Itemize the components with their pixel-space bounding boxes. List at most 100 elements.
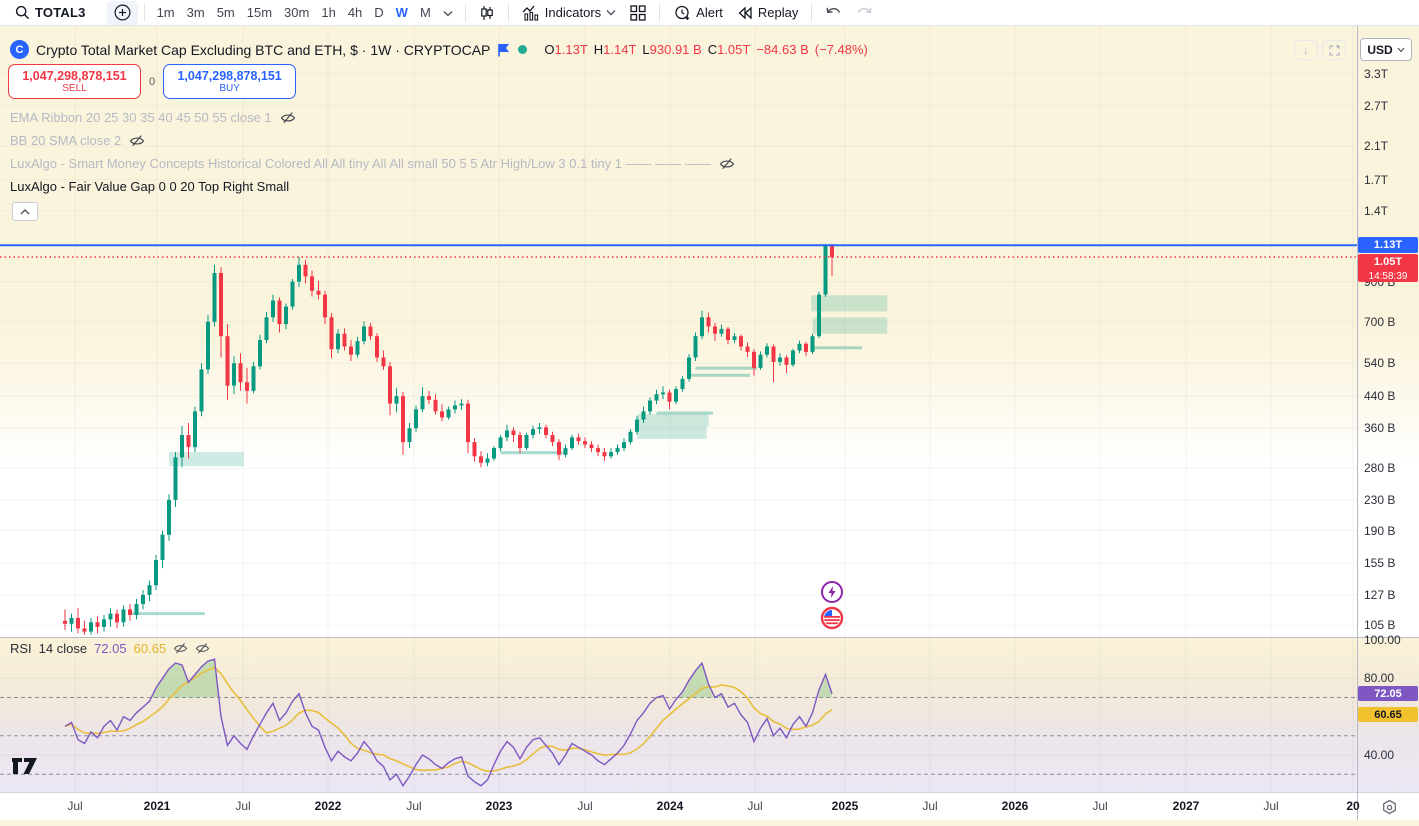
timeframe-5m[interactable]: 5m	[211, 2, 241, 24]
eye-hidden-icon[interactable]	[280, 111, 296, 125]
eye-hidden-icon[interactable]	[129, 134, 145, 148]
timeframe-more-button[interactable]	[437, 2, 459, 24]
main-series-legend[interactable]: C Crypto Total Market Cap Excluding BTC …	[10, 40, 868, 59]
flag-icon[interactable]	[497, 43, 511, 57]
tradingview-logo[interactable]	[10, 753, 42, 782]
event-marker-economic[interactable]	[820, 606, 844, 630]
pane-separator[interactable]	[0, 637, 1419, 638]
alert-price-label: 1.13T	[1358, 237, 1418, 254]
fvg-box	[637, 414, 709, 427]
layout-grid-button[interactable]	[623, 1, 653, 25]
alert-label: Alert	[696, 5, 723, 20]
indicator-legend-list: EMA Ribbon 20 25 30 35 40 45 50 55 close…	[10, 106, 735, 198]
timeframe-3m[interactable]: 3m	[181, 2, 211, 24]
legend-collapse-button[interactable]	[12, 202, 38, 221]
top-toolbar: TOTAL3 1m 3m 5m 15m 30m 1h 4h D W M Indicators	[0, 0, 1419, 26]
indicator-row-3[interactable]: LuxAlgo - Fair Value Gap 0 0 20 Top Righ…	[10, 175, 735, 198]
chevron-down-icon	[443, 10, 453, 17]
timeframe-1h[interactable]: 1h	[315, 2, 341, 24]
time-tick-Jul: Jul	[406, 799, 422, 813]
time-axis-settings-button[interactable]	[1381, 799, 1398, 821]
eye-hidden-icon[interactable]	[719, 157, 735, 171]
fvg-line	[131, 612, 205, 616]
last-price-label: 1.05T 14:58:39	[1358, 254, 1418, 282]
timeframe-W[interactable]: W	[390, 2, 414, 24]
undo-icon	[826, 7, 841, 13]
rsi-value-label: 72.05	[1358, 685, 1418, 701]
sell-price: 1,047,298,878,151	[22, 68, 127, 83]
time-tick-Jul: Jul	[577, 799, 593, 813]
rsi-ma-value-label: 60.65	[1358, 707, 1418, 723]
rsi-value: 72.05	[94, 641, 127, 656]
currency-select[interactable]: USD	[1360, 38, 1412, 61]
chart-style-button[interactable]	[472, 1, 502, 25]
search-icon	[15, 5, 30, 20]
time-axis[interactable]: Jul 2021 Jul 2022 Jul 2023 Jul 2024 Jul 2025 Jul 20…	[0, 793, 1359, 820]
rsi-legend[interactable]: RSI 14 close 72.05 60.65	[10, 641, 210, 656]
gear-icon	[1383, 799, 1396, 815]
rsi-name: RSI	[10, 641, 32, 656]
price-axis[interactable]: 3.3T2.7T2.1T1.7T1.4T900 B700 B540 B440 B…	[1358, 26, 1419, 792]
indicators-button[interactable]: Indicators	[515, 1, 623, 25]
sell-button[interactable]: 1,047,298,878,151 SELL	[8, 64, 141, 99]
rsi-ma-value: 60.65	[133, 641, 167, 656]
timeframe-30m[interactable]: 30m	[278, 2, 315, 24]
chevron-down-icon	[1397, 47, 1405, 52]
timeframe-D[interactable]: D	[368, 2, 389, 24]
alert-button[interactable]: Alert	[666, 1, 730, 25]
price-tick: 440 B	[1364, 389, 1396, 404]
candlestick-icon	[480, 5, 493, 20]
time-tick-Jul: Jul	[235, 799, 251, 813]
spread-value: 0	[149, 75, 156, 88]
price-tick: 127 B	[1364, 587, 1396, 602]
toolbar-separator	[507, 3, 509, 22]
price-tick: 2.7T	[1364, 98, 1389, 113]
price-tick: 280 B	[1364, 461, 1396, 476]
change-percent: (−7.48%)	[814, 42, 868, 57]
fvg-line	[689, 373, 751, 377]
time-tick-Jul: Jul	[1263, 799, 1279, 813]
indicator-row-1[interactable]: BB 20 SMA close 2	[10, 129, 735, 152]
eye-hidden-icon[interactable]	[173, 642, 188, 655]
ohlc-values: O1.13T H1.14T L930.91 B C1.05T −84.63 B …	[544, 42, 868, 57]
timeframe-15m[interactable]: 15m	[241, 2, 278, 24]
symbol-name: TOTAL3	[35, 5, 86, 20]
timeframe-1m[interactable]: 1m	[151, 2, 181, 24]
indicator-label: LuxAlgo - Fair Value Gap 0 0 20 Top Righ…	[10, 179, 290, 194]
price-tick: 540 B	[1364, 356, 1396, 371]
replay-label: Replay	[757, 5, 799, 20]
time-tick-2023: 2023	[485, 799, 513, 813]
redo-button[interactable]	[849, 1, 880, 25]
indicator-row-0[interactable]: EMA Ribbon 20 25 30 35 40 45 50 55 close…	[10, 106, 735, 129]
grid-layout-icon	[630, 4, 646, 21]
chart-title: Crypto Total Market Cap Excluding BTC an…	[36, 41, 491, 58]
buy-button[interactable]: 1,047,298,878,151 BUY	[163, 64, 297, 99]
event-marker-lightning[interactable]	[821, 581, 843, 603]
undo-button[interactable]	[818, 1, 849, 25]
trade-panel: 1,047,298,878,151 SELL 0 1,047,298,878,1…	[8, 64, 297, 99]
eye-hidden-icon[interactable]	[195, 642, 210, 655]
symbol-search-button[interactable]: TOTAL3	[8, 1, 93, 25]
fvg-box	[811, 295, 888, 312]
price-tick: 230 B	[1364, 492, 1396, 507]
redo-icon	[858, 7, 872, 13]
currency-label: USD	[1367, 42, 1393, 57]
maximize-pane-button[interactable]	[1322, 40, 1346, 60]
compare-add-button[interactable]	[106, 0, 138, 25]
time-tick-Jul: Jul	[1092, 799, 1108, 813]
indicator-label: BB 20 SMA close 2	[10, 133, 122, 148]
timeframe-M[interactable]: M	[414, 2, 437, 24]
chevron-down-icon	[606, 10, 616, 16]
replay-button[interactable]: Replay	[730, 1, 805, 25]
indicator-row-2[interactable]: LuxAlgo - Smart Money Concepts Historica…	[10, 152, 735, 175]
indicators-icon	[522, 5, 538, 21]
plus-circle-icon	[114, 4, 131, 21]
timeframe-4h[interactable]: 4h	[342, 2, 368, 24]
fvg-box	[637, 426, 707, 439]
time-tick-Jul: Jul	[747, 799, 763, 813]
alert-clock-icon	[675, 5, 690, 20]
rsi-tick: 80.00	[1364, 671, 1395, 686]
time-tick-2022: 2022	[314, 799, 342, 813]
buy-price: 1,047,298,878,151	[177, 68, 282, 83]
download-button[interactable]: ↓	[1294, 40, 1318, 60]
